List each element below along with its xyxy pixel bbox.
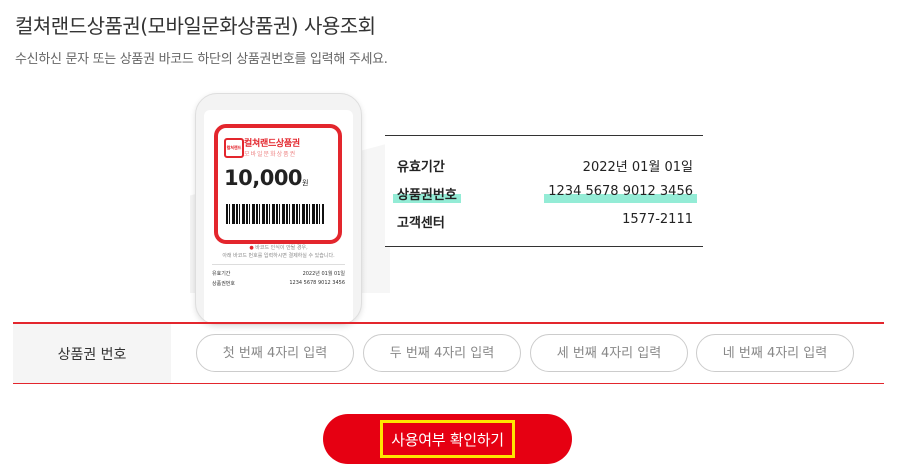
notice-line-1: 바코드 인식이 안될 경우, — [255, 245, 308, 251]
check-usage-button[interactable]: 사용여부 확인하기 — [323, 414, 572, 464]
voucher-number-input-1[interactable] — [196, 334, 354, 372]
phone-screen: 컬쳐랜드 컬쳐랜드상품권 모바일문화상품권 10,000원 ● 바코드 인식이 … — [204, 110, 353, 324]
page-title: 컬쳐랜드상품권(모바일문화상품권) 사용조회 — [15, 14, 376, 38]
card-amount-value: 10,000 — [224, 166, 303, 190]
voucher-card: 컬쳐랜드 컬쳐랜드상품권 모바일문화상품권 10,000원 — [214, 124, 342, 244]
info-label: 고객센터 — [397, 216, 445, 231]
card-amount: 10,000원 — [224, 166, 308, 190]
mini-label: 상품권번호 — [212, 281, 236, 287]
info-value: 2022년 01월 01일 — [582, 160, 693, 175]
info-row-number: 상품권번호 1234 5678 9012 3456 — [393, 184, 697, 204]
info-label: 유효기간 — [397, 160, 445, 175]
info-value: 1577-2111 — [622, 212, 693, 227]
brand-logo: 컬쳐랜드 — [224, 138, 244, 158]
mini-row-number: 상품권번호 1234 5678 9012 3456 — [212, 280, 345, 287]
voucher-illustration: 컬쳐랜드 컬쳐랜드상품권 모바일문화상품권 10,000원 ● 바코드 인식이 … — [190, 85, 710, 325]
barcode-notice: ● 바코드 인식이 안될 경우, 아래 바코드 번호를 입력하시면 결제하실 수… — [204, 244, 353, 260]
card-subname: 모바일문화상품권 — [244, 151, 297, 158]
voucher-number-input-4[interactable] — [696, 334, 854, 372]
info-callout: 유효기간 2022년 01월 01일 상품권번호 1234 5678 9012 … — [385, 135, 703, 247]
voucher-number-input-3[interactable] — [530, 334, 688, 372]
mini-value: 1234 5678 9012 3456 — [289, 280, 345, 286]
alert-icon: ● — [249, 245, 254, 251]
mini-label: 유효기간 — [212, 271, 231, 277]
info-row-expiry: 유효기간 2022년 01월 01일 — [397, 156, 693, 175]
voucher-number-label: 상품권 번호 — [13, 324, 171, 383]
info-value-highlighted: 1234 5678 9012 3456 — [544, 184, 697, 204]
mini-row-expiry: 유효기간 2022년 01월 01일 — [212, 264, 345, 277]
page-subtitle: 수신하신 문자 또는 상품권 바코드 하단의 상품권번호를 입력해 주세요. — [15, 52, 388, 67]
phone-mockup: 컬쳐랜드 컬쳐랜드상품권 모바일문화상품권 10,000원 ● 바코드 인식이 … — [195, 93, 362, 325]
info-label-highlighted: 상품권번호 — [393, 184, 461, 204]
voucher-number-row: 상품권 번호 — [13, 322, 884, 384]
check-usage-button-label: 사용여부 확인하기 — [380, 420, 515, 458]
barcode-image — [226, 204, 324, 224]
voucher-number-input-2[interactable] — [363, 334, 521, 372]
info-label: 상품권번호 — [397, 188, 457, 203]
notice-line-2: 아래 바코드 번호를 입력하시면 결제하실 수 있습니다. — [222, 253, 335, 259]
info-value: 1234 5678 9012 3456 — [548, 184, 693, 199]
info-row-support: 고객센터 1577-2111 — [397, 212, 693, 231]
card-currency: 원 — [302, 179, 308, 187]
card-name: 컬쳐랜드상품권 — [244, 139, 300, 149]
mini-value: 2022년 01월 01일 — [302, 271, 345, 277]
